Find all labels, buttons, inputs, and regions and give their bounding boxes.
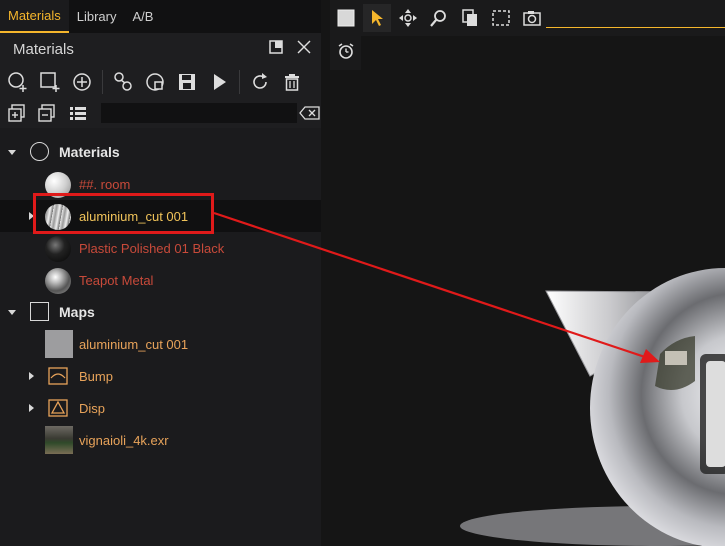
collapse-arrow-icon[interactable] bbox=[8, 150, 16, 155]
expand-all-icon[interactable] bbox=[6, 101, 28, 125]
clear-search-icon[interactable] bbox=[299, 104, 321, 122]
material-network-icon[interactable] bbox=[111, 70, 135, 94]
tree-item-label: aluminium_cut 001 bbox=[79, 337, 189, 352]
tab-library[interactable]: Library bbox=[69, 0, 125, 33]
collapse-arrow-icon[interactable] bbox=[8, 310, 16, 315]
tree-item-label: ##. room bbox=[79, 177, 131, 192]
tree-item-label: Disp bbox=[79, 401, 106, 416]
select-cursor-icon[interactable] bbox=[363, 4, 391, 32]
close-icon[interactable] bbox=[297, 40, 311, 58]
camera-icon[interactable] bbox=[518, 4, 546, 32]
hdri-thumbnail bbox=[45, 426, 73, 454]
search-input[interactable] bbox=[100, 103, 297, 123]
save-icon[interactable] bbox=[175, 70, 199, 94]
tree-item-hdri[interactable]: vignaioli_4k.exr bbox=[0, 424, 321, 456]
add-layer-icon[interactable] bbox=[70, 70, 94, 94]
tree-item-label: vignaioli_4k.exr bbox=[79, 433, 169, 448]
tab-ab[interactable]: A/B bbox=[125, 0, 162, 33]
refresh-icon[interactable] bbox=[248, 70, 272, 94]
materials-toolbar bbox=[0, 65, 321, 98]
secondary-toolbar bbox=[0, 98, 321, 128]
float-panel-icon[interactable] bbox=[269, 40, 283, 58]
new-material-icon[interactable] bbox=[6, 70, 30, 94]
panel-tabs: Materials Library A/B bbox=[0, 0, 321, 33]
bump-map-icon bbox=[48, 367, 68, 388]
map-group-icon bbox=[30, 302, 49, 321]
progress-line bbox=[546, 27, 725, 28]
group-label: Materials bbox=[59, 144, 120, 160]
material-group-icon bbox=[30, 142, 49, 161]
expand-arrow-icon[interactable] bbox=[29, 372, 34, 380]
tree-group-materials[interactable]: Materials bbox=[0, 136, 321, 168]
tree-item-bump[interactable]: Bump bbox=[0, 360, 321, 392]
tree-item-label: Teapot Metal bbox=[79, 273, 154, 288]
materials-panel: Materials Library A/B Materials Material… bbox=[0, 0, 321, 546]
copy-icon[interactable] bbox=[456, 4, 484, 32]
material-tree: Materials ##. room aluminium_cut 001 Pla… bbox=[0, 136, 321, 456]
material-thumbnail bbox=[45, 236, 71, 262]
load-material-icon[interactable] bbox=[143, 70, 167, 94]
new-map-icon[interactable] bbox=[38, 70, 62, 94]
tree-item-map-aluminium[interactable]: aluminium_cut 001 bbox=[0, 328, 321, 360]
selection-highlight bbox=[33, 193, 214, 234]
delete-icon[interactable] bbox=[280, 70, 304, 94]
tree-item-label: Bump bbox=[79, 369, 113, 384]
teapot-render bbox=[460, 268, 725, 546]
panel-title: Materials bbox=[13, 40, 74, 58]
tree-item-disp[interactable]: Disp bbox=[0, 392, 321, 424]
tab-materials[interactable]: Materials bbox=[0, 0, 69, 33]
list-view-icon[interactable] bbox=[67, 101, 89, 125]
map-thumbnail bbox=[45, 330, 73, 358]
collapse-all-icon[interactable] bbox=[36, 101, 58, 125]
panel-header: Materials bbox=[0, 33, 321, 65]
material-thumbnail bbox=[45, 268, 71, 294]
zoom-icon[interactable] bbox=[425, 4, 453, 32]
render-region-icon[interactable] bbox=[332, 4, 360, 32]
render-play-icon[interactable] bbox=[207, 70, 231, 94]
move-icon[interactable] bbox=[394, 4, 422, 32]
tree-item-teapot-metal[interactable]: Teapot Metal bbox=[0, 264, 321, 296]
group-label: Maps bbox=[59, 304, 95, 320]
expand-arrow-icon[interactable] bbox=[29, 404, 34, 412]
tree-item-plastic-black[interactable]: Plastic Polished 01 Black bbox=[0, 232, 321, 264]
displacement-map-icon bbox=[48, 399, 68, 420]
region-select-icon[interactable] bbox=[487, 4, 515, 32]
tree-item-label: Plastic Polished 01 Black bbox=[79, 241, 225, 256]
tree-group-maps[interactable]: Maps bbox=[0, 296, 321, 328]
viewport-toolbar bbox=[330, 0, 725, 36]
app-window: Materials Library A/B Materials Material… bbox=[0, 0, 725, 546]
